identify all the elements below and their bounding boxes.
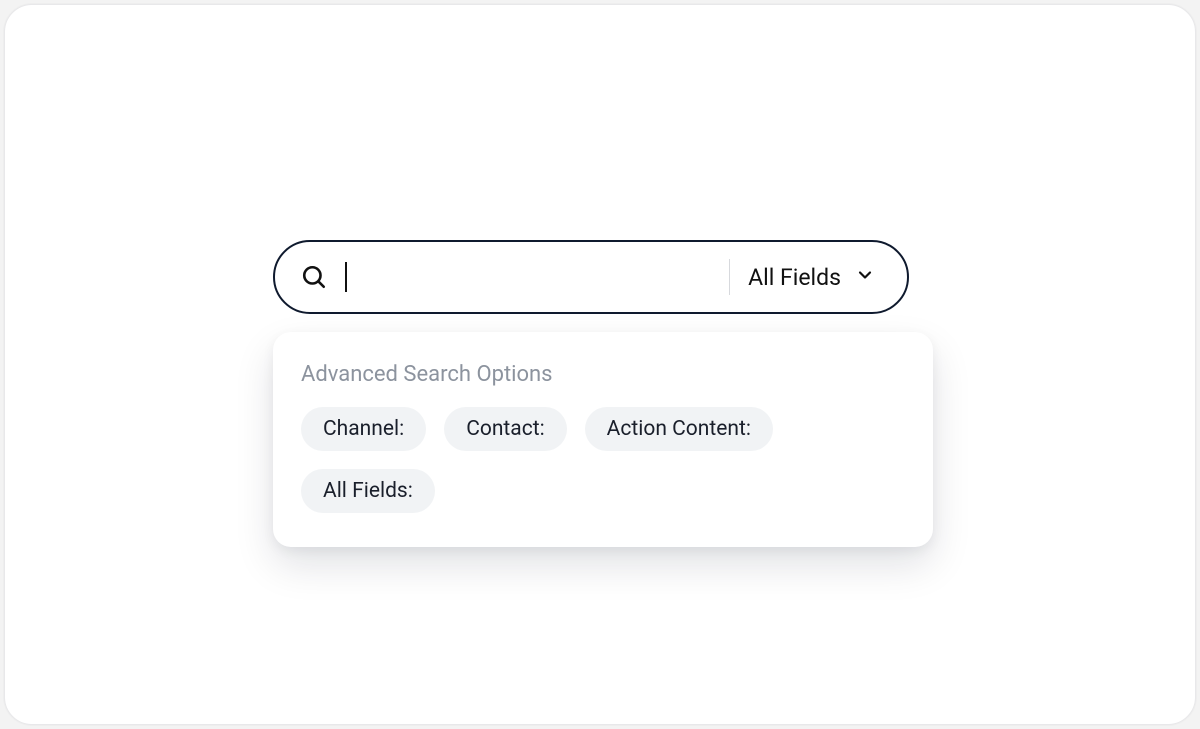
search-input[interactable] <box>341 242 721 312</box>
search-container: All Fields Advanced Search Options Chann… <box>273 240 909 547</box>
advanced-search-panel: Advanced Search Options Channel: Contact… <box>273 332 933 547</box>
chip-action-content[interactable]: Action Content: <box>585 407 773 451</box>
app-canvas: All Fields Advanced Search Options Chann… <box>4 4 1196 725</box>
text-cursor <box>345 262 347 292</box>
chip-channel[interactable]: Channel: <box>301 407 426 451</box>
vertical-divider <box>729 259 730 295</box>
search-icon <box>301 264 327 290</box>
chip-all-fields[interactable]: All Fields: <box>301 469 435 513</box>
advanced-options-row: Channel: Contact: Action Content: All Fi… <box>301 407 905 513</box>
advanced-search-title: Advanced Search Options <box>301 362 905 387</box>
scope-dropdown[interactable]: All Fields <box>748 264 881 291</box>
chevron-down-icon <box>855 265 875 289</box>
scope-label: All Fields <box>748 264 841 291</box>
search-bar[interactable]: All Fields <box>273 240 909 314</box>
chip-contact[interactable]: Contact: <box>444 407 566 451</box>
